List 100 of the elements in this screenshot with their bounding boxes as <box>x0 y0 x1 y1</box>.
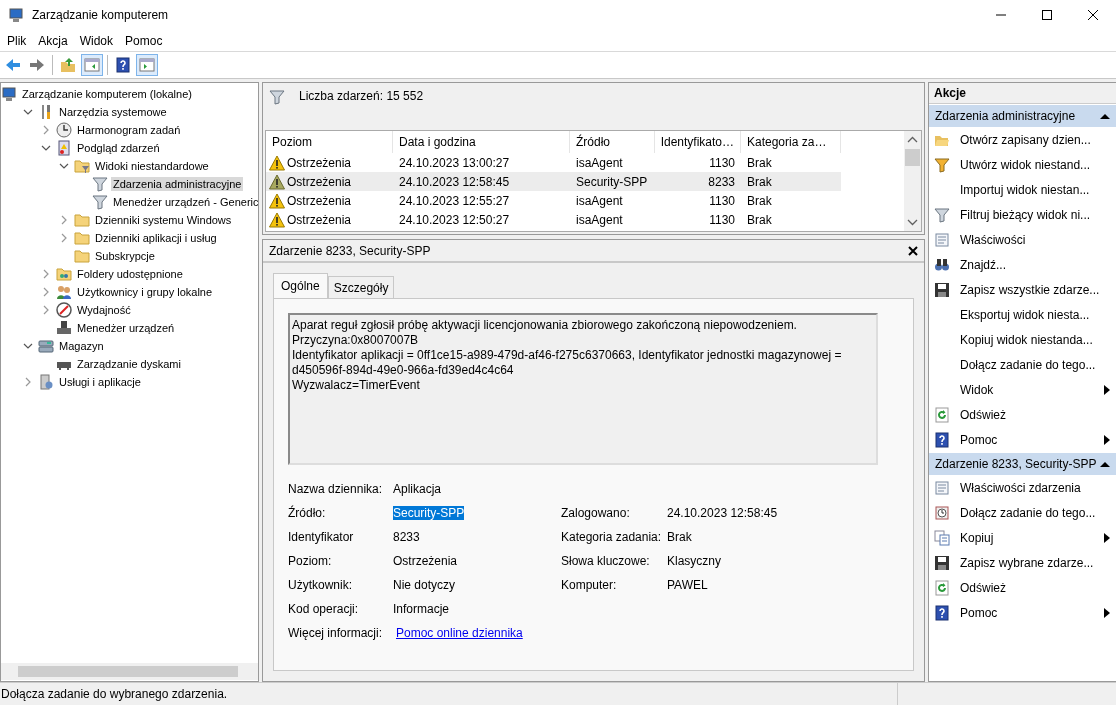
action-item[interactable]: Kopiuj <box>929 525 1116 550</box>
action-item[interactable]: Pomoc <box>929 427 1116 452</box>
section-header[interactable]: Zdarzenie 8233, Security-SPP <box>929 453 1116 475</box>
expand-chevron-icon[interactable] <box>41 287 51 297</box>
column-header[interactable]: Data i godzina <box>393 131 570 153</box>
action-item[interactable]: Właściwości <box>929 227 1116 252</box>
action-item[interactable]: Dołącz zadanie do tego... <box>929 500 1116 525</box>
tree-item[interactable]: Narzędzia systemowe <box>57 105 169 119</box>
field-value: Aplikacja <box>393 482 442 496</box>
table-cell-text: isaAgent <box>575 155 624 170</box>
folder-up-icon <box>60 57 76 73</box>
close-icon[interactable] <box>908 245 918 256</box>
tree-item[interactable]: Zarządzanie komputerem (lokalne) <box>20 87 194 101</box>
expand-chevron-icon[interactable] <box>41 269 51 279</box>
folder-icon <box>74 248 90 264</box>
server-icon <box>38 374 54 390</box>
tree-item[interactable]: Magazyn <box>57 339 106 353</box>
collapse-caret-icon[interactable] <box>1100 461 1110 467</box>
scrollbar-thumb[interactable] <box>905 149 920 166</box>
action-item[interactable]: Filtruj bieżący widok ni... <box>929 202 1116 227</box>
field-value: Brak <box>667 530 692 544</box>
tree-item[interactable]: Zarządzanie dyskami <box>75 357 183 371</box>
tab[interactable]: Szczegóły <box>327 276 395 298</box>
tree-item[interactable]: Dzienniki aplikacji i usług <box>93 231 219 245</box>
expand-chevron-icon[interactable] <box>41 305 51 315</box>
event-row[interactable]: Ostrzeżenia 24.10.2023 12:50:27 isaAgent 1130 Brak <box>266 210 841 229</box>
expand-chevron-icon[interactable] <box>59 233 69 243</box>
field-label: Więcej informacji: <box>288 626 383 640</box>
tree-item[interactable]: Harmonogram zadań <box>75 123 183 137</box>
event-title: Zdarzenie 8233, Security-SPP <box>269 243 431 258</box>
table-cell-text: Brak <box>746 155 773 170</box>
action-item[interactable]: Pomoc <box>929 600 1116 625</box>
column-header[interactable]: Kategoria za… <box>741 131 841 153</box>
event-row[interactable]: Ostrzeżenia 24.10.2023 12:58:45 Security-SPP 8233 Brak <box>266 172 841 191</box>
collapse-chevron-icon[interactable] <box>41 143 51 153</box>
collapse-chevron-icon[interactable] <box>23 341 33 351</box>
help-icon <box>115 57 131 73</box>
table-cell-text: isaAgent <box>575 212 624 227</box>
event-count: Liczba zdarzeń: 15 552 <box>299 89 424 103</box>
field-value: Klasyczny <box>667 554 722 568</box>
tree-item[interactable]: Zdarzenia administracyjne <box>111 177 244 191</box>
tree-item[interactable]: Usługi i aplikacje <box>57 375 143 389</box>
field-value: Nie dotyczy <box>393 578 456 592</box>
tab[interactable]: Ogólne <box>273 273 328 298</box>
warning-icon <box>269 154 285 171</box>
action-item[interactable]: Widok <box>929 377 1116 402</box>
menu-item[interactable]: Pomoc <box>119 33 169 48</box>
event-row[interactable]: Ostrzeżenia 24.10.2023 13:00:27 isaAgent 1130 Brak <box>266 153 841 172</box>
table-cell: Ostrzeżenia <box>287 155 352 170</box>
action-item[interactable]: Importuj widok niestan... <box>929 177 1116 202</box>
column-header[interactable]: Identyfikato… <box>655 131 741 153</box>
action-item[interactable]: Dołącz zadanie do tego... <box>929 352 1116 377</box>
action-item[interactable]: Kopiuj widok niestanda... <box>929 327 1116 352</box>
action-item[interactable]: Znajdź... <box>929 252 1116 277</box>
tree-item[interactable]: Wydajność <box>75 303 133 317</box>
maximize-icon[interactable] <box>1042 10 1052 20</box>
field-value: 24.10.2023 12:58:45 <box>667 506 778 520</box>
menu-item[interactable]: Plik <box>1 33 33 48</box>
field-label: Użytkownik: <box>288 578 352 592</box>
section-header[interactable]: Zdarzenia administracyjne <box>929 105 1116 127</box>
table-cell-text: 1130 <box>708 155 736 170</box>
tree-item[interactable]: Dzienniki systemu Windows <box>93 213 234 227</box>
tree-item[interactable]: Widoki niestandardowe <box>93 159 211 173</box>
window-title: Zarządzanie komputerem <box>32 8 169 22</box>
close-icon[interactable] <box>1088 10 1098 20</box>
expand-chevron-icon[interactable] <box>23 377 33 387</box>
action-item[interactable]: Zapisz wybrane zdarze... <box>929 550 1116 575</box>
event-row[interactable]: Ostrzeżenia 24.10.2023 12:55:27 isaAgent 1130 Brak <box>266 191 841 210</box>
tree-item[interactable]: Użytkownicy i grupy lokalne <box>75 285 215 299</box>
menu-item[interactable]: Widok <box>73 33 120 48</box>
column-header[interactable]: Poziom <box>266 131 393 153</box>
help-link[interactable]: Pomoc online dziennika <box>396 626 523 640</box>
action-item[interactable]: Eksportuj widok niesta... <box>929 302 1116 327</box>
table-cell-text: Brak <box>746 212 773 227</box>
action-item[interactable]: Utwórz widok niestand... <box>929 152 1116 177</box>
action-item[interactable]: Odśwież <box>929 402 1116 427</box>
field-label: Kod operacji: <box>288 602 359 616</box>
collapse-chevron-icon[interactable] <box>59 161 69 171</box>
field-label: Słowa kluczowe: <box>561 554 650 568</box>
expand-chevron-icon[interactable] <box>41 125 51 135</box>
horizontal-scrollbar[interactable] <box>1 663 258 680</box>
field-label: Identyfikator <box>288 530 354 544</box>
column-header[interactable]: Źródło <box>570 131 655 153</box>
tree-item[interactable]: Foldery udostępnione <box>75 267 185 281</box>
field-label: Nazwa dziennika: <box>288 482 383 496</box>
tree-item[interactable]: Menedżer urządzeń - Generic <box>111 195 258 209</box>
collapse-chevron-icon[interactable] <box>23 107 33 117</box>
tree-item[interactable]: Menedżer urządzeń <box>75 321 177 335</box>
action-item[interactable]: Otwórz zapisany dzien... <box>929 127 1116 152</box>
action-item[interactable]: Zapisz wszystkie zdarze... <box>929 277 1116 302</box>
action-item[interactable]: Odśwież <box>929 575 1116 600</box>
table-cell-text: isaAgent <box>575 193 624 208</box>
expand-chevron-icon[interactable] <box>59 215 69 225</box>
action-item[interactable]: Właściwości zdarzenia <box>929 475 1116 500</box>
tree-item[interactable]: Subskrypcje <box>93 249 157 263</box>
field-label: Kategoria zadania: <box>561 530 662 544</box>
tree-item[interactable]: Podgląd zdarzeń <box>75 141 162 155</box>
collapse-caret-icon[interactable] <box>1100 113 1110 119</box>
menu-item[interactable]: Akcja <box>32 33 74 48</box>
table-cell-text: Security-SPP <box>575 174 649 189</box>
